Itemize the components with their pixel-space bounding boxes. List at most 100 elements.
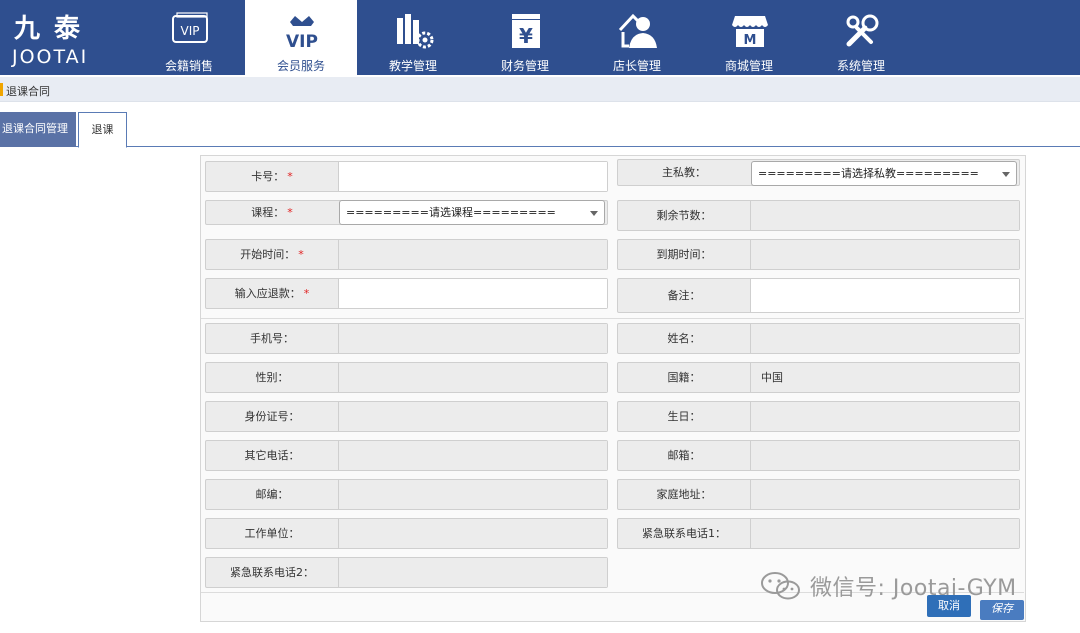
birthday-field	[750, 402, 1019, 431]
emergency-phone-2-row: 紧急联系电话2：	[205, 557, 608, 588]
address-row: 家庭地址：	[617, 479, 1020, 510]
name-row: 姓名：	[617, 323, 1020, 354]
remaining-sessions-label: 剩余节数：	[656, 209, 712, 222]
nav-label: 店长管理	[612, 59, 661, 73]
section-divider	[201, 318, 1024, 319]
start-time-label: 开始时间： *	[240, 248, 304, 261]
emergency-phone-2-field	[338, 558, 607, 587]
nav-item-system[interactable]: 系统管理	[805, 0, 917, 75]
remaining-sessions-row: 剩余节数：	[617, 200, 1020, 231]
brand-logo-chinese: 九泰	[14, 14, 95, 44]
tab-refund-contract-management[interactable]: 退课合同管理	[0, 112, 76, 147]
nav-label: 商城管理	[724, 59, 773, 73]
tools-icon	[841, 10, 883, 52]
gender-row: 性别：	[205, 362, 608, 393]
breadcrumb-marker	[0, 83, 3, 96]
nav-label: 财务管理	[500, 59, 549, 73]
postcode-field	[338, 480, 607, 509]
emergency-phone-1-row: 紧急联系电话1：	[617, 518, 1020, 549]
start-time-field[interactable]	[338, 240, 607, 269]
employer-field	[338, 519, 607, 548]
tab-refund[interactable]: 退课	[78, 112, 127, 148]
svg-text:VIP: VIP	[181, 24, 200, 38]
gender-label: 性别：	[255, 371, 289, 384]
nav-item-teaching[interactable]: 教学管理	[357, 0, 469, 75]
birthday-row: 生日：	[617, 401, 1020, 432]
chevron-down-icon	[590, 211, 598, 216]
manager-icon	[617, 10, 659, 52]
brand-logo-english: JOOTAI	[12, 46, 89, 68]
remark-label: 备注：	[667, 289, 701, 302]
svg-text:VIP: VIP	[286, 32, 318, 52]
course-select-value: =========请选课程=========	[346, 206, 556, 219]
postcode-row: 邮编：	[205, 479, 608, 510]
start-time-row: 开始时间： *	[205, 239, 608, 270]
expire-time-row: 到期时间：	[617, 239, 1020, 270]
other-phone-label: 其它电话：	[244, 449, 300, 462]
other-phone-row: 其它电话：	[205, 440, 608, 471]
nav-item-membership-sales[interactable]: VIP 会籍销售	[133, 0, 245, 75]
phone-field	[338, 324, 607, 353]
emergency-phone-1-field	[750, 519, 1019, 548]
brand-logo[interactable]: 九泰 JOOTAI	[0, 0, 112, 75]
card-number-input[interactable]	[338, 162, 607, 191]
vip-crown-icon: VIP	[281, 10, 323, 52]
postcode-label: 邮编：	[255, 488, 289, 501]
chevron-down-icon	[1002, 172, 1010, 177]
gender-field	[338, 363, 607, 392]
nationality-label: 国籍：	[667, 371, 701, 384]
course-label: 课程： *	[251, 206, 293, 219]
nationality-row: 国籍： 中国	[617, 362, 1020, 393]
emergency-phone-1-label: 紧急联系电话1：	[642, 527, 726, 540]
nav-label: 会员服务	[276, 59, 325, 73]
coach-select-value: =========请选择私教=========	[758, 167, 979, 180]
cancel-button[interactable]: 取消	[927, 595, 971, 617]
nationality-field: 中国	[750, 363, 1019, 392]
wechat-icon	[760, 570, 802, 602]
address-label: 家庭地址：	[656, 488, 712, 501]
nav-item-finance[interactable]: ¥ 财务管理	[469, 0, 581, 75]
employer-label: 工作单位：	[244, 527, 300, 540]
tab-bar: 退课合同管理 退课	[0, 112, 1080, 148]
breadcrumb: 退课合同	[0, 77, 1080, 102]
top-navigation-bar: 九泰 JOOTAI VIP 会籍销售 VIP 会员服务 教学管理 ¥ 财务管理 …	[0, 0, 1080, 75]
phone-row: 手机号：	[205, 323, 608, 354]
remark-input[interactable]	[750, 279, 1019, 312]
refund-amount-row: 输入应退款： *	[205, 278, 608, 309]
vip-card-icon: VIP	[169, 10, 211, 52]
watermark-text: 微信号: Jootai-GYM	[810, 576, 1017, 601]
other-phone-field	[338, 441, 607, 470]
coach-select[interactable]: =========请选择私教=========	[751, 161, 1017, 186]
svg-text:¥: ¥	[519, 24, 533, 48]
expire-time-label: 到期时间：	[656, 248, 712, 261]
save-button[interactable]: 保存	[980, 600, 1024, 620]
nav-label: 系统管理	[836, 59, 885, 73]
nav-label: 教学管理	[388, 59, 437, 73]
email-label: 邮箱：	[667, 449, 701, 462]
address-field	[750, 480, 1019, 509]
nav-item-mall[interactable]: M 商城管理	[693, 0, 805, 75]
course-select[interactable]: =========请选课程=========	[339, 200, 605, 225]
email-row: 邮箱：	[617, 440, 1020, 471]
nav-label: 会籍销售	[164, 59, 213, 73]
svg-text:M: M	[744, 33, 757, 48]
yen-icon: ¥	[505, 10, 547, 52]
books-gear-icon	[393, 10, 435, 52]
name-field	[750, 324, 1019, 353]
id-number-row: 身份证号：	[205, 401, 608, 432]
refund-amount-label: 输入应退款： *	[234, 287, 310, 300]
card-number-row: 卡号： *	[205, 161, 608, 192]
id-number-field	[338, 402, 607, 431]
refund-amount-input[interactable]	[338, 279, 607, 308]
remaining-sessions-field	[750, 201, 1019, 230]
name-label: 姓名：	[667, 332, 701, 345]
nav-item-manager[interactable]: 店长管理	[581, 0, 693, 75]
remark-row: 备注：	[617, 278, 1020, 313]
nav-item-member-service[interactable]: VIP 会员服务	[245, 0, 357, 75]
coach-label: 主私教：	[662, 166, 706, 179]
expire-time-field	[750, 240, 1019, 269]
card-number-label: 卡号： *	[251, 170, 293, 183]
emergency-phone-2-label: 紧急联系电话2：	[230, 566, 314, 579]
employer-row: 工作单位：	[205, 518, 608, 549]
birthday-label: 生日：	[667, 410, 701, 423]
